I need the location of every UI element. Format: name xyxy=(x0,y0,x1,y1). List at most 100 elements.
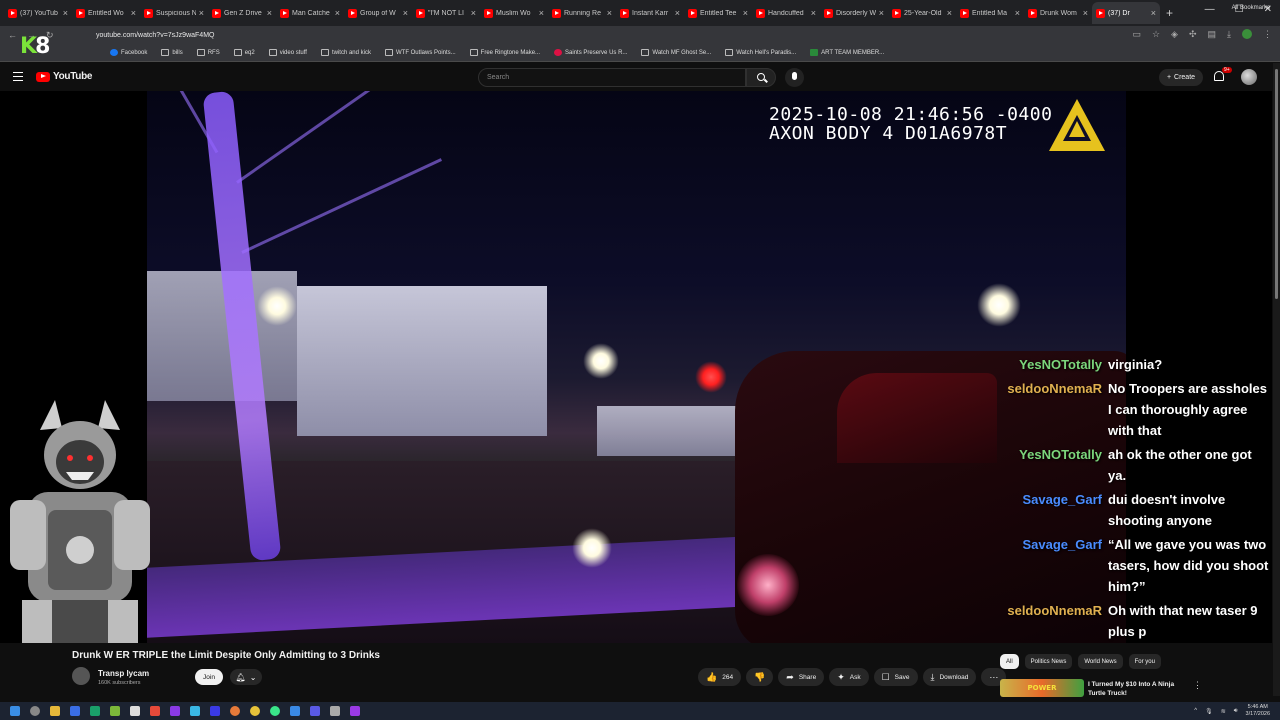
filter-chip[interactable]: All xyxy=(1000,654,1019,669)
firefox-icon[interactable] xyxy=(230,706,240,716)
bookmark-item[interactable]: Facebook xyxy=(110,49,147,56)
close-tab-icon[interactable]: × xyxy=(403,8,408,18)
wifi-icon[interactable]: ≋ xyxy=(1221,708,1226,715)
app-icon[interactable] xyxy=(150,706,160,716)
bookmark-item[interactable]: WTF Outlaws Points... xyxy=(384,49,456,56)
all-bookmarks[interactable]: All Bookmarks xyxy=(1232,5,1270,11)
browser-tab[interactable]: Drunk Wom × xyxy=(1024,2,1092,24)
browser-tab[interactable]: Man Catche × xyxy=(276,2,344,24)
app-icon[interactable] xyxy=(270,706,280,716)
chevron-up-icon[interactable]: ^ xyxy=(1194,708,1197,714)
url-field[interactable]: youtube.com/watch?v=7sJz9waF4MQ xyxy=(96,32,214,39)
close-tab-icon[interactable]: × xyxy=(471,8,476,18)
app-icon[interactable] xyxy=(210,706,220,716)
bookmark-item[interactable]: eq2 xyxy=(233,49,255,56)
mic-tray-icon[interactable]: 🎙︎ xyxy=(1205,708,1213,715)
download-button[interactable]: ⤓ Download xyxy=(922,668,977,686)
download-tray-icon[interactable]: ⤓ xyxy=(1227,29,1231,40)
search-button[interactable] xyxy=(746,68,776,87)
app-icon[interactable] xyxy=(290,706,300,716)
search-taskbar-icon[interactable] xyxy=(30,706,40,716)
hamburger-menu-icon[interactable] xyxy=(13,72,23,81)
close-tab-icon[interactable]: × xyxy=(811,8,816,18)
close-tab-icon[interactable]: × xyxy=(1083,8,1088,18)
search-input[interactable]: Search xyxy=(478,68,746,87)
subscription-bell-button[interactable]: 🔔︎ ⌄ xyxy=(230,669,262,685)
create-button[interactable]: + Create xyxy=(1159,69,1203,86)
windows-start-icon[interactable] xyxy=(10,706,20,716)
browser-tab[interactable]: (37) Dr × xyxy=(1092,2,1160,24)
bookmark-item[interactable]: Saints Preserve Us R... xyxy=(554,49,627,56)
thumbs-up-button[interactable]: 👍 264 xyxy=(698,668,742,686)
settings-icon[interactable] xyxy=(330,706,340,716)
bookmark-item[interactable]: RFS xyxy=(196,49,220,56)
sparkle-button[interactable]: ✦ Ask xyxy=(829,668,869,686)
browser-tab[interactable]: Suspicious N × xyxy=(140,2,208,24)
extension-icon[interactable]: ◈ xyxy=(1171,29,1178,40)
file-explorer-icon[interactable] xyxy=(50,706,60,716)
voice-search-icon[interactable] xyxy=(785,68,804,87)
back-icon[interactable]: ← xyxy=(8,30,17,41)
filter-chip[interactable]: For you xyxy=(1128,654,1161,669)
menu-dots-icon[interactable]: ⋮ xyxy=(1263,29,1272,40)
minimize-icon[interactable]: — xyxy=(1205,4,1215,15)
bookmark-item[interactable]: twitch and kick xyxy=(320,49,371,56)
bookmark-item[interactable]: bills xyxy=(161,49,183,56)
close-tab-icon[interactable]: × xyxy=(199,8,204,18)
thumbs-down-button[interactable]: 👎 xyxy=(746,668,774,686)
star-icon[interactable]: ☆ xyxy=(1152,29,1160,40)
close-tab-icon[interactable]: × xyxy=(947,8,952,18)
recommendation-title[interactable]: I Turned My $10 Into A Ninja Turtle Truc… xyxy=(1088,680,1188,698)
close-tab-icon[interactable]: × xyxy=(539,8,544,18)
more-options-icon[interactable]: ⋮ xyxy=(1193,680,1202,691)
browser-tab[interactable]: 25-Year-Old × xyxy=(888,2,956,24)
browser-tab[interactable]: Running Re × xyxy=(548,2,616,24)
browser-tab[interactable]: "I'M NOT LI × xyxy=(412,2,480,24)
bookmark-item[interactable]: Watch MF Ghost Se... xyxy=(641,49,711,56)
page-scrollbar[interactable] xyxy=(1273,63,1280,696)
close-tab-icon[interactable]: × xyxy=(879,8,884,18)
browser-tab[interactable]: Entitled Tee × xyxy=(684,2,752,24)
sidebar-icon[interactable]: ▤ xyxy=(1208,29,1217,40)
app-icon[interactable] xyxy=(130,706,140,716)
profile-avatar[interactable] xyxy=(1242,29,1252,39)
volume-icon[interactable]: 🔊︎ xyxy=(1234,708,1238,715)
close-tab-icon[interactable]: × xyxy=(743,8,748,18)
bookmark-button[interactable]: ☐ Save xyxy=(873,668,918,686)
browser-tab[interactable]: Gen Z Drive × xyxy=(208,2,276,24)
browser-tab[interactable]: Muslim Wo × xyxy=(480,2,548,24)
video-player[interactable]: 2025-10-08 21:46:56 -0400 AXON BODY 4 D0… xyxy=(0,91,1272,643)
channel-avatar[interactable] xyxy=(72,667,90,685)
channel-name[interactable]: Transp lycam xyxy=(98,669,149,678)
app-icon[interactable] xyxy=(90,706,100,716)
filter-chip[interactable]: Politics News xyxy=(1024,654,1073,669)
scrollbar-thumb[interactable] xyxy=(1275,69,1278,299)
join-button[interactable]: Join xyxy=(195,669,223,685)
app-icon[interactable] xyxy=(110,706,120,716)
close-tab-icon[interactable]: × xyxy=(675,8,680,18)
close-tab-icon[interactable]: × xyxy=(1015,8,1020,18)
browser-tab[interactable]: Group of W × xyxy=(344,2,412,24)
close-tab-icon[interactable]: × xyxy=(335,8,340,18)
browser-tab[interactable]: Entitled Wo × xyxy=(72,2,140,24)
close-tab-icon[interactable]: × xyxy=(607,8,612,18)
user-avatar[interactable] xyxy=(1241,69,1257,85)
bookmark-item[interactable]: ART TEAM MEMBER... xyxy=(810,49,884,56)
filter-chip[interactable]: World News xyxy=(1078,654,1123,669)
chrome-icon[interactable] xyxy=(250,706,260,716)
app-icon[interactable] xyxy=(310,706,320,716)
close-tab-icon[interactable]: × xyxy=(267,8,272,18)
close-tab-icon[interactable]: × xyxy=(131,8,136,18)
puzzle-icon[interactable]: ✣ xyxy=(1189,29,1197,40)
close-tab-icon[interactable]: × xyxy=(1151,8,1156,18)
close-tab-icon[interactable]: × xyxy=(63,8,68,18)
app-icon[interactable] xyxy=(170,706,180,716)
cast-icon[interactable]: ▭ xyxy=(1132,29,1141,40)
browser-tab[interactable]: Disorderly W × xyxy=(820,2,888,24)
browser-tab[interactable]: (37) YouTub × xyxy=(4,2,72,24)
bookmark-item[interactable]: Free Ringtone Make... xyxy=(469,49,540,56)
youtube-logo[interactable]: YouTube xyxy=(36,71,93,82)
app-icon[interactable] xyxy=(190,706,200,716)
bookmark-item[interactable]: Watch Hell's Paradis... xyxy=(725,49,796,56)
browser-tab[interactable]: Entitled Ma × xyxy=(956,2,1024,24)
